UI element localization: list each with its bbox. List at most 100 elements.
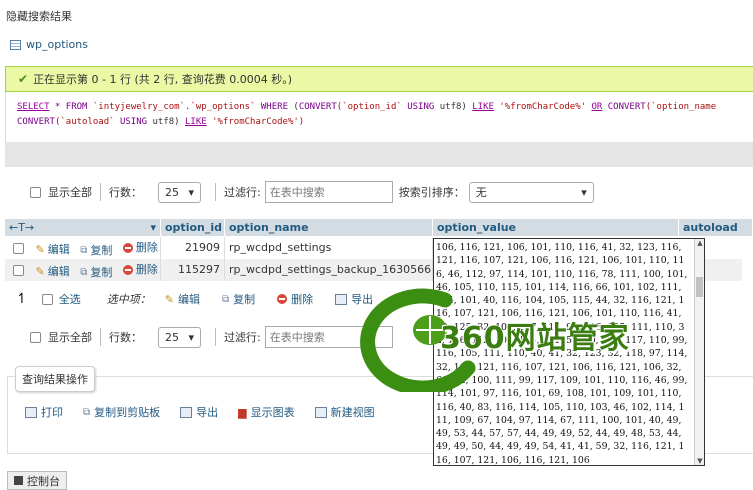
bulk-delete-button[interactable]: 删除 (277, 291, 313, 307)
cell-option-id[interactable]: 115297 (161, 259, 225, 281)
rows-select[interactable]: 25 ▾ (158, 181, 201, 203)
delete-button[interactable]: 删除 (122, 259, 158, 281)
copy-icon: ⧉ (80, 267, 88, 278)
bulk-actions-row: ↿ 全选 选中项： ✎ 编辑 ⧉ 复制 删除 导出 (16, 291, 395, 307)
sql-keyword: WHERE (260, 102, 288, 112)
scroll-down-icon[interactable]: ▼ (695, 457, 704, 465)
pencil-icon: ✎ (35, 265, 45, 278)
sql-keyword: USING (407, 102, 435, 112)
header-option-id[interactable]: option_id (161, 219, 225, 236)
row-checkbox[interactable] (13, 265, 24, 276)
export-icon (335, 293, 348, 305)
rows-select[interactable]: 25 ▾ (158, 326, 201, 348)
scroll-thumb[interactable] (696, 277, 703, 297)
arrow-up-icon: ↿ (16, 291, 28, 307)
table-link[interactable]: wp_options (10, 38, 88, 51)
rows-label: 行数： (109, 331, 142, 344)
check-all-checkbox[interactable] (41, 293, 53, 305)
copy-icon: ⧉ (80, 245, 88, 256)
show-chart-label: 显示图表 (250, 406, 295, 419)
sql-keyword[interactable]: LIKE (185, 117, 207, 127)
sort-dropdown-icon[interactable]: ▾ (150, 219, 156, 236)
export-button[interactable]: 导出 (180, 404, 218, 420)
divider (100, 183, 101, 201)
sql-token: utf8) (152, 117, 180, 127)
copy-button[interactable]: ⧉ 复制 (80, 240, 112, 259)
delete-icon (277, 294, 288, 304)
popup-scrollbar[interactable]: ▲ ▼ (694, 239, 704, 465)
sql-string: '%fromCharCode%' (499, 102, 587, 112)
chart-icon: ▆ (238, 405, 247, 419)
table-navigation-top: 显示全部 行数： 25 ▾ 过滤行: 在表中搜索 按索引排序： 无 ▾ (30, 181, 594, 203)
query-results-operations-legend: 查询结果操作 (15, 366, 95, 392)
console-toggle[interactable]: 控制台 (7, 471, 67, 490)
divider (215, 183, 216, 201)
sql-token: * (54, 102, 61, 112)
bulk-edit-button[interactable]: ✎ 编辑 (165, 291, 200, 307)
sql-identifier: `intyjewelry_com` (92, 102, 186, 112)
delete-label: 删除 (135, 241, 158, 254)
show-all-checkbox[interactable] (30, 331, 41, 343)
column-arrows-header[interactable]: ←T→ ▾ (5, 219, 161, 236)
sql-identifier: (`autoload` (54, 117, 115, 127)
new-view-button[interactable]: 新建视图 (314, 404, 375, 420)
sql-string: '%fromCharCode%') (212, 117, 305, 127)
divider (215, 328, 216, 346)
sql-identifier: `wp_options` (190, 102, 256, 112)
edit-button[interactable]: ✎ 编辑 (36, 261, 70, 281)
sql-line-1: SELECT * FROM `intyjewelry_com`.`wp_opti… (17, 100, 753, 115)
sql-identifier: (`option_name (645, 102, 717, 112)
console-icon (14, 476, 23, 485)
edit-button[interactable]: ✎ 编辑 (36, 239, 70, 259)
sql-keyword[interactable]: SELECT (17, 102, 50, 112)
show-chart-button[interactable]: ▆ 显示图表 (238, 404, 294, 420)
header-autoload[interactable]: autoload (679, 219, 753, 236)
sql-keyword[interactable]: OR (591, 102, 602, 112)
pencil-icon: ✎ (164, 292, 174, 306)
bulk-copy-button[interactable]: ⧉ 复制 (222, 291, 255, 307)
cell-option-id[interactable]: 21909 (161, 237, 225, 259)
hide-search-results-link[interactable]: 隐藏搜索结果 (6, 8, 72, 24)
sql-token: utf8) (439, 102, 467, 112)
header-option-value[interactable]: option_value (433, 219, 679, 236)
view-icon (314, 406, 327, 418)
sort-select[interactable]: 无 ▾ (468, 181, 594, 203)
sql-line-2: CONVERT(`autoload` USING utf8) LIKE '%fr… (17, 115, 753, 130)
cell-option-name[interactable]: rp_wcdpd_settings (225, 237, 433, 259)
console-label: 控制台 (27, 474, 60, 488)
status-text: 正在显示第 0 - 1 行 (共 2 行, 查询花费 0.0004 秒。) (33, 73, 293, 86)
edit-label: 编辑 (47, 243, 70, 256)
print-button[interactable]: 打印 (25, 404, 63, 420)
copy-button[interactable]: ⧉ 复制 (80, 262, 112, 281)
export-icon (180, 406, 193, 418)
new-view-label: 新建视图 (330, 406, 375, 419)
sql-keyword[interactable]: LIKE (472, 102, 494, 112)
delete-icon (122, 243, 133, 253)
scroll-up-icon[interactable]: ▲ (695, 239, 704, 247)
copy-clipboard-button[interactable]: ⧉ 复制到剪贴板 (83, 404, 160, 420)
check-all-label[interactable]: 全选 (59, 291, 81, 307)
sql-keyword: FROM (65, 102, 88, 112)
copy-icon: ⧉ (221, 293, 230, 305)
sort-value: 无 (475, 186, 487, 199)
row-actions: ✎ 编辑 ⧉ 复制 删除 (5, 237, 161, 259)
check-icon: ✔ (18, 72, 29, 86)
sql-identifier: (`option_id` (336, 102, 402, 112)
sql-keyword: USING (119, 117, 148, 127)
table-name[interactable]: wp_options (26, 38, 88, 51)
success-message: ✔ 正在显示第 0 - 1 行 (共 2 行, 查询花费 0.0004 秒。) (5, 66, 753, 92)
divider (100, 328, 101, 346)
sql-keyword: CONVERT (298, 102, 337, 112)
rows-value: 25 (165, 185, 179, 199)
show-all-checkbox[interactable] (30, 186, 41, 198)
delete-button[interactable]: 删除 (122, 237, 158, 259)
row-checkbox[interactable] (13, 243, 24, 254)
copy-label: 复制 (90, 266, 113, 279)
bulk-copy-label: 复制 (233, 293, 256, 306)
header-option-name[interactable]: option_name (225, 219, 433, 236)
rows-label: 行数： (109, 186, 142, 199)
sort-label: 按索引排序： (398, 186, 465, 199)
column-arrows[interactable]: ←T→ (9, 221, 34, 234)
print-icon (25, 406, 37, 418)
filter-input[interactable]: 在表中搜索 (264, 181, 393, 203)
